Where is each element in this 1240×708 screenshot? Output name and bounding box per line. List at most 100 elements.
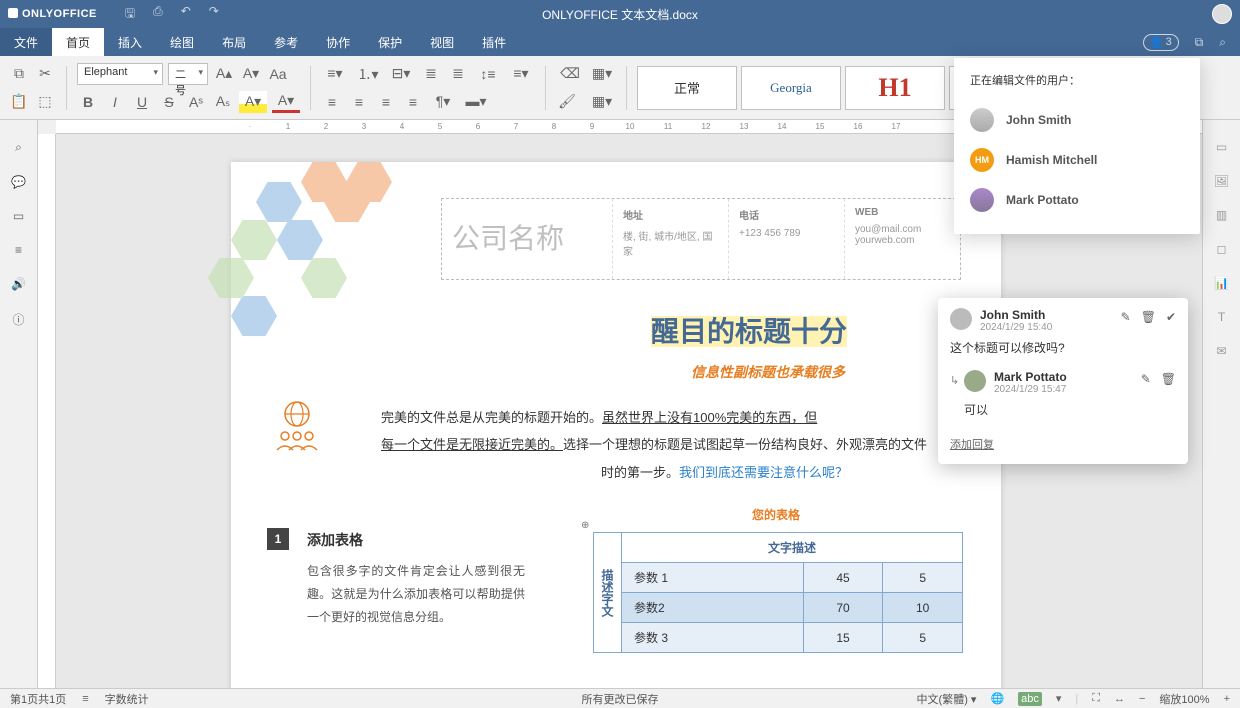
shading-icon[interactable]: ▬▾ xyxy=(462,91,490,113)
insert-object-icon[interactable]: ▦▾ xyxy=(588,63,616,85)
multilevel-icon[interactable]: ⊟▾ xyxy=(387,63,415,85)
cut-icon[interactable]: ✂ xyxy=(34,63,56,85)
zoom-level[interactable]: 缩放100% xyxy=(1159,691,1209,707)
spellcheck-icon[interactable]: 🌐 xyxy=(990,692,1004,705)
headings-icon[interactable]: ≡ xyxy=(15,243,22,257)
ruler-vertical[interactable] xyxy=(38,134,56,688)
redo-icon[interactable]: ↷ xyxy=(209,4,219,25)
bold-button[interactable]: B xyxy=(77,91,99,113)
tab-insert[interactable]: 插入 xyxy=(104,28,156,56)
textart-settings-icon[interactable]: T xyxy=(1218,310,1225,324)
table-cell[interactable]: 70 xyxy=(803,593,883,623)
tab-layout[interactable]: 布局 xyxy=(208,28,260,56)
tab-plugins[interactable]: 插件 xyxy=(468,28,520,56)
track-changes-icon[interactable]: ▾ xyxy=(1056,692,1062,705)
language-select[interactable]: 中文(繁體) ▾ xyxy=(917,691,977,707)
subscript-icon[interactable]: Aₛ xyxy=(212,91,234,113)
outline-icon[interactable]: ▭ xyxy=(13,209,24,223)
table-cell[interactable]: 参数 1 xyxy=(622,563,804,593)
users-count-button[interactable]: 👤3 xyxy=(1143,34,1179,51)
paragraph-mark-icon[interactable]: ¶▾ xyxy=(429,91,457,113)
bullets-icon[interactable]: ≡▾ xyxy=(321,63,349,85)
addr-value[interactable]: 楼, 街, 城市/地区, 国家 xyxy=(623,228,718,258)
select-all-icon[interactable]: ⬚ xyxy=(34,91,56,113)
open-location-icon[interactable]: ⧉ xyxy=(1195,35,1204,50)
comments-icon[interactable]: 💬 xyxy=(11,175,26,189)
numbering-icon[interactable]: ⒈▾ xyxy=(354,63,382,85)
style-h1[interactable]: H1 xyxy=(845,66,945,110)
doc-subtitle[interactable]: 信息性副标题也承载很多 xyxy=(691,362,845,382)
paragraph-spacing-icon[interactable]: ≡▾ xyxy=(507,63,535,85)
change-case-icon[interactable]: Aa xyxy=(267,63,289,85)
page-count[interactable]: 第1页共1页 xyxy=(10,691,66,707)
italic-button[interactable]: I xyxy=(104,91,126,113)
indent-inc-icon[interactable]: ≣ xyxy=(447,63,469,85)
document-page[interactable]: 公司名称 地址楼, 街, 城市/地区, 国家 电话+123 456 789 WE… xyxy=(231,162,1001,688)
user-row[interactable]: Mark Pottato xyxy=(970,180,1184,220)
word-count-icon[interactable]: ≡ xyxy=(82,693,88,705)
section-number[interactable]: 1 xyxy=(267,528,289,550)
font-size-select[interactable]: 二号 xyxy=(168,63,208,85)
resolve-icon[interactable]: ✔ xyxy=(1166,310,1176,324)
current-user-avatar[interactable] xyxy=(1212,4,1232,24)
table-cell[interactable]: 5 xyxy=(883,623,963,653)
paste-icon[interactable]: 📋 xyxy=(8,91,30,113)
align-justify-icon[interactable]: ≡ xyxy=(402,91,424,113)
web-mail[interactable]: you@mail.com xyxy=(855,224,950,235)
align-right-icon[interactable]: ≡ xyxy=(375,91,397,113)
delete-icon[interactable]: 🗑 xyxy=(1161,372,1176,386)
word-count-label[interactable]: 字数统计 xyxy=(105,691,149,707)
tab-collab[interactable]: 协作 xyxy=(312,28,364,56)
style-georgia[interactable]: Georgia xyxy=(741,66,841,110)
font-name-select[interactable]: Elephant xyxy=(77,63,163,85)
section-title[interactable]: 添加表格 xyxy=(307,530,363,550)
doc-table[interactable]: 描述字文文字描述 参数 1455 参数27010 参数 3155 xyxy=(593,532,963,653)
table-cell[interactable]: 参数2 xyxy=(622,593,804,623)
proofing-icon[interactable]: abc xyxy=(1018,692,1042,706)
table-row-header[interactable]: 描述字文 xyxy=(594,533,622,653)
borders-icon[interactable]: ▦▾ xyxy=(588,91,616,113)
user-row[interactable]: John Smith xyxy=(970,100,1184,140)
undo-icon[interactable]: ↶ xyxy=(181,4,191,25)
table-cell[interactable]: 45 xyxy=(803,563,883,593)
edit-icon[interactable]: ✎ xyxy=(1121,310,1131,324)
style-normal[interactable]: 正常 xyxy=(637,66,737,110)
web-site[interactable]: yourweb.com xyxy=(855,235,950,246)
underline-button[interactable]: U xyxy=(131,91,153,113)
table-anchor-icon[interactable]: ⊕ xyxy=(581,520,589,531)
table-caption[interactable]: 您的表格 xyxy=(591,506,961,523)
company-placeholder[interactable]: 公司名称 xyxy=(442,199,612,279)
delete-icon[interactable]: 🗑 xyxy=(1141,310,1156,324)
tel-value[interactable]: +123 456 789 xyxy=(739,228,834,239)
user-row[interactable]: HMHamish Mitchell xyxy=(970,140,1184,180)
tab-file[interactable]: 文件 xyxy=(0,28,52,56)
table-cell[interactable]: 参数 3 xyxy=(622,623,804,653)
table-cell[interactable]: 10 xyxy=(883,593,963,623)
line-spacing-icon[interactable]: ↕≡ xyxy=(474,63,502,85)
align-left-icon[interactable]: ≡ xyxy=(321,91,343,113)
highlight-color-icon[interactable]: A▾ xyxy=(239,91,267,113)
shape-settings-icon[interactable]: ◻ xyxy=(1217,242,1227,256)
save-icon[interactable]: 🖫 xyxy=(125,4,135,25)
tab-draw[interactable]: 绘图 xyxy=(156,28,208,56)
section-body[interactable]: 包含很多字的文件肯定会让人感到很无趣。这就是为什么添加表格可以帮助提供一个更好的… xyxy=(307,560,525,628)
mail-settings-icon[interactable]: ✉ xyxy=(1216,344,1226,358)
search-icon[interactable]: ⌕ xyxy=(1219,35,1226,50)
fit-page-icon[interactable]: ⛶ xyxy=(1092,692,1100,705)
indent-dec-icon[interactable]: ≣ xyxy=(420,63,442,85)
table-settings-icon[interactable]: ▥ xyxy=(1216,208,1227,222)
format-painter-icon[interactable]: 🖌 xyxy=(556,91,578,113)
table-cell[interactable]: 5 xyxy=(883,563,963,593)
edit-icon[interactable]: ✎ xyxy=(1141,372,1151,386)
table-col-header[interactable]: 文字描述 xyxy=(622,533,963,563)
find-icon[interactable]: ⌕ xyxy=(15,140,22,155)
tab-references[interactable]: 参考 xyxy=(260,28,312,56)
align-center-icon[interactable]: ≡ xyxy=(348,91,370,113)
fit-width-icon[interactable]: ↔ xyxy=(1114,693,1125,705)
doc-paragraph-1[interactable]: 完美的文件总是从完美的标题开始的。虽然世界上没有100%完美的东西，但 每一个文… xyxy=(381,404,961,486)
copy-icon[interactable]: ⧉ xyxy=(8,63,30,85)
tab-protect[interactable]: 保护 xyxy=(364,28,416,56)
clear-format-icon[interactable]: ⌫ xyxy=(556,63,584,85)
zoom-in-button[interactable]: + xyxy=(1224,693,1230,705)
audio-icon[interactable]: 🔊 xyxy=(11,277,26,291)
